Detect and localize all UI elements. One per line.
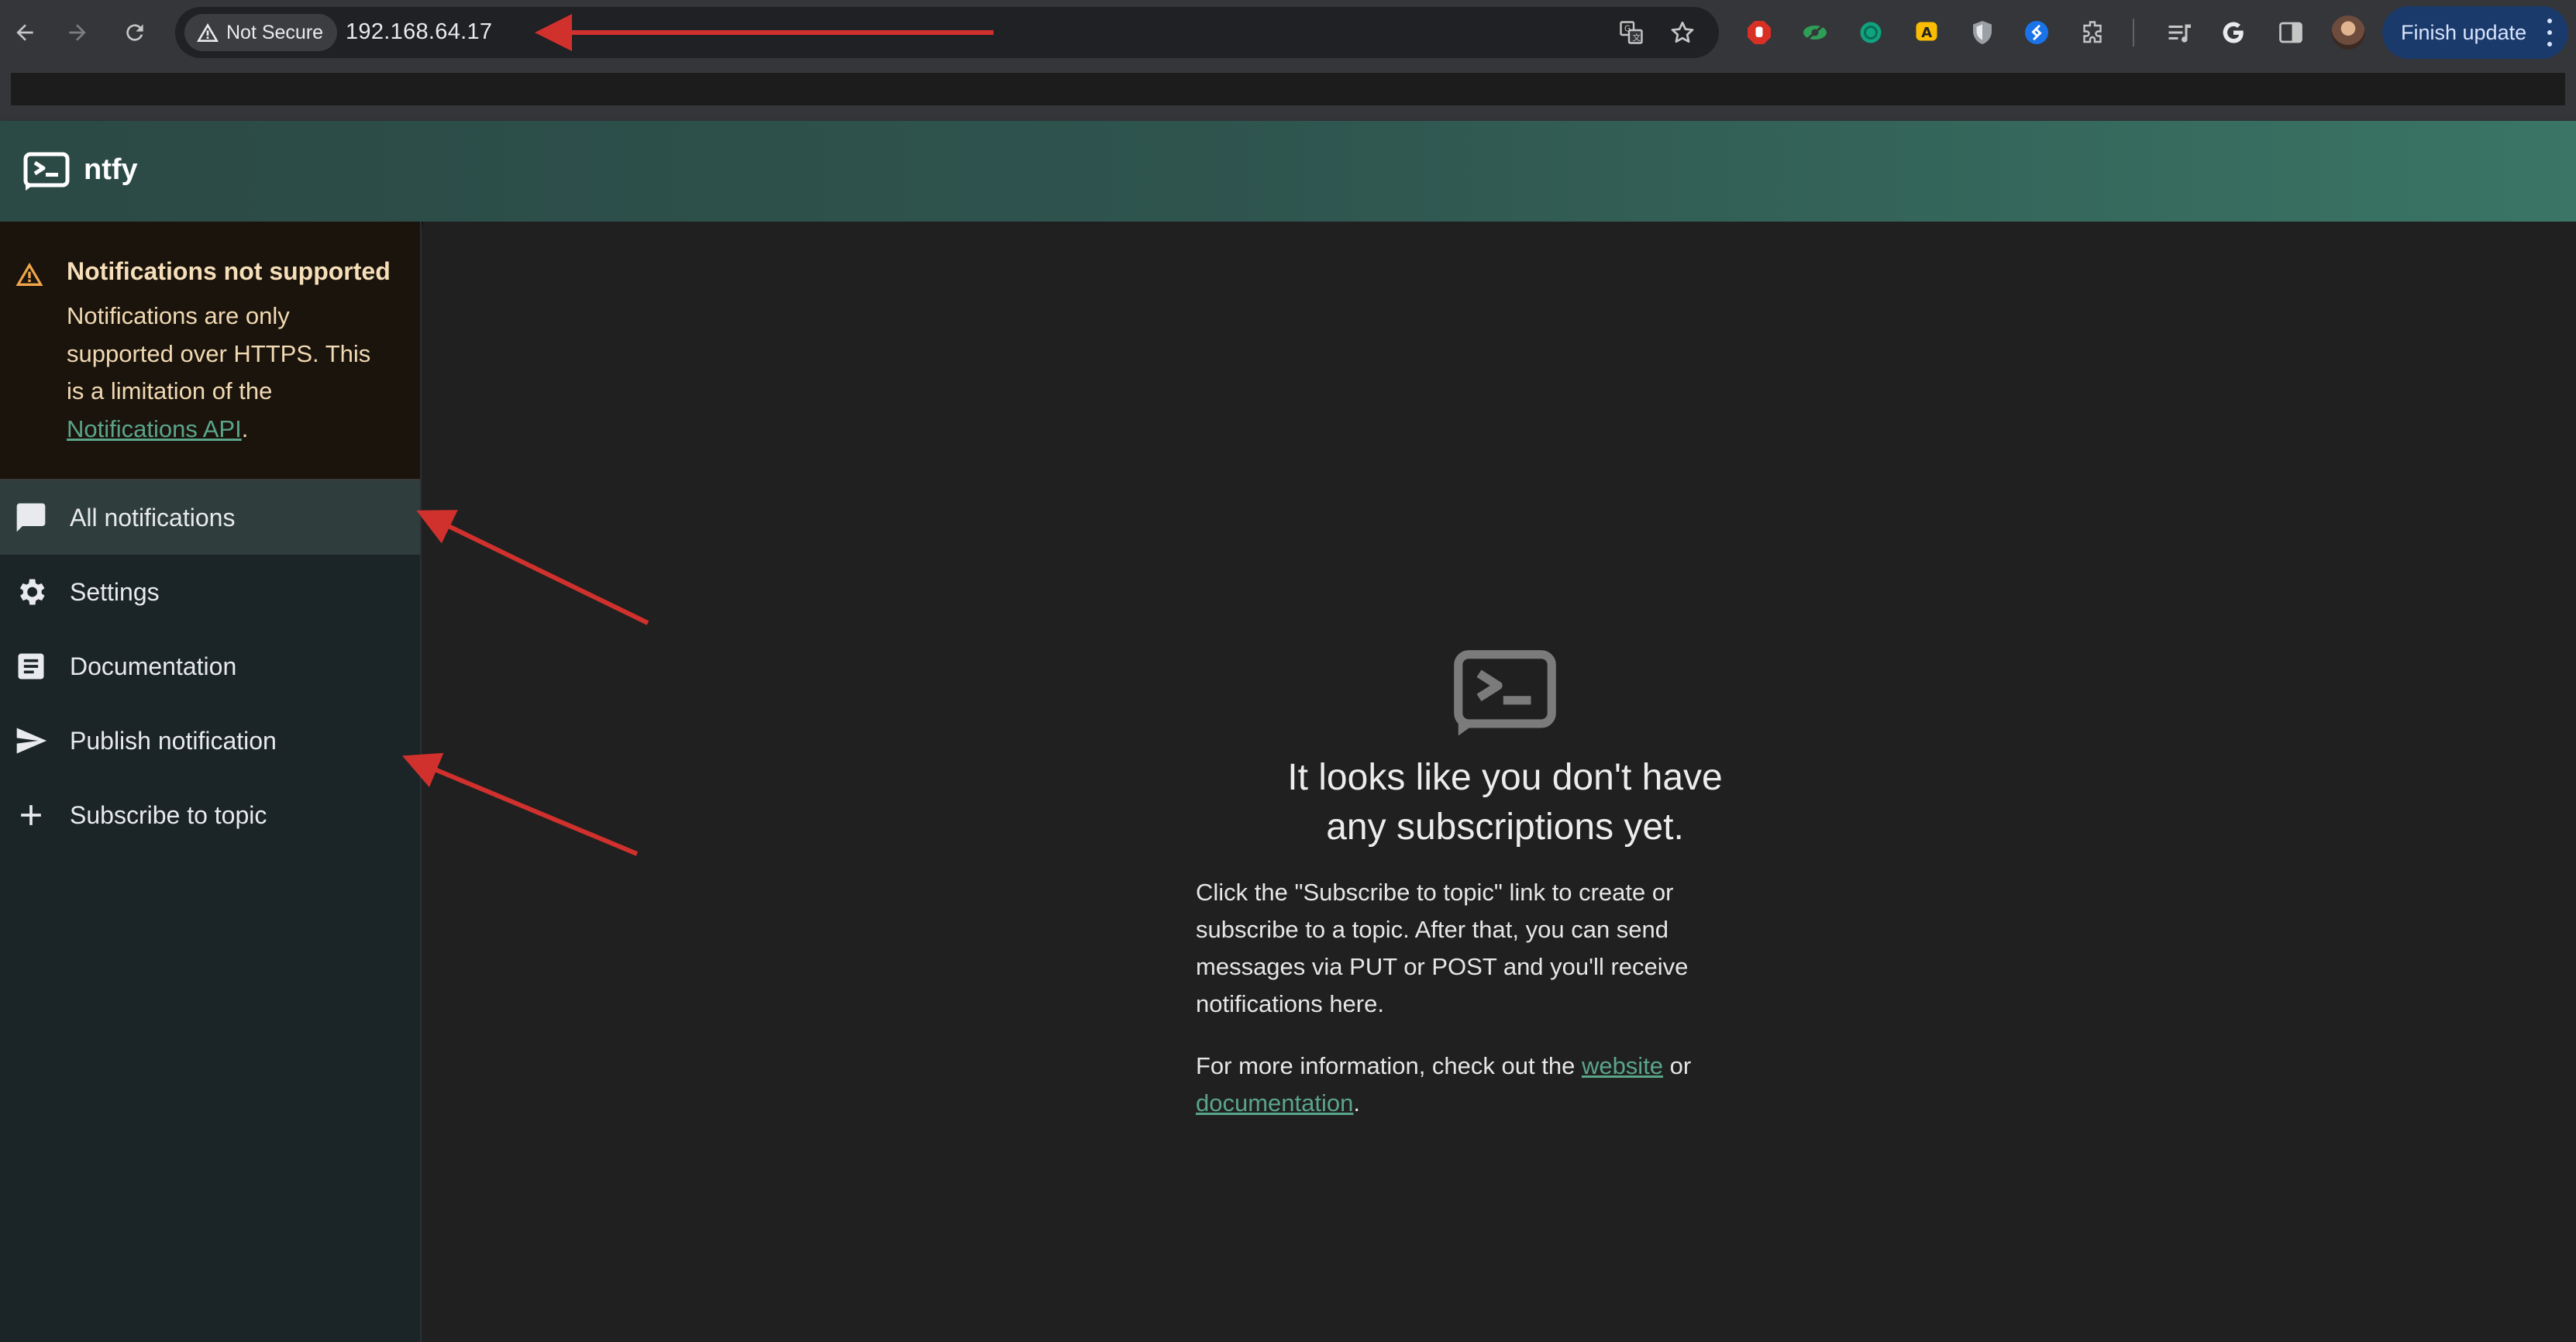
address-bar[interactable]: Not Secure 192.168.64.17 G文 [175, 7, 1719, 58]
sidebar-item-label: Settings [70, 577, 160, 606]
sidebar-item-documentation[interactable]: Documentation [0, 629, 420, 704]
article-icon [14, 649, 48, 683]
browser-toolbar: Not Secure 192.168.64.17 G文 A Finish upd… [0, 0, 2576, 65]
website-link[interactable]: website [1582, 1052, 1663, 1079]
shield-extension-icon[interactable] [1965, 15, 1999, 50]
navigation-drawer: Notifications not supported Notification… [0, 222, 422, 1342]
bookmarks-bar [0, 65, 2576, 121]
eye-extension-icon[interactable] [1798, 15, 1832, 50]
back-icon[interactable] [6, 14, 43, 51]
bookmarks-bar-strip [11, 73, 2565, 105]
finish-update-button[interactable]: Finish update [2382, 6, 2568, 59]
url-text[interactable]: 192.168.64.17 [346, 19, 492, 45]
reload-icon[interactable] [116, 14, 153, 51]
empty-state-body: Click the "Subscribe to topic" link to c… [1196, 879, 1689, 1017]
extensions-icon[interactable] [2075, 15, 2109, 50]
more-menu-icon[interactable] [2547, 19, 2553, 46]
warning-icon [15, 263, 43, 286]
sidebar-item-label: Publish notification [70, 726, 277, 755]
warning-icon [197, 23, 219, 42]
profile-avatar[interactable] [2331, 15, 2365, 50]
app-title: ntfy [84, 153, 138, 186]
grammar-extension-icon[interactable]: A [1910, 15, 1944, 50]
ntfy-logo-icon [23, 152, 70, 191]
more-info-text: For more information, check out the [1196, 1052, 1582, 1079]
google-icon[interactable] [2216, 15, 2251, 50]
send-icon [14, 724, 48, 758]
bookmark-star-icon[interactable] [1668, 18, 1697, 47]
sidebar-item-label: Documentation [70, 652, 237, 680]
forward-icon[interactable] [59, 14, 96, 51]
shazam-extension-icon[interactable] [2020, 15, 2054, 50]
translate-icon[interactable]: G文 [1617, 18, 1646, 47]
notifications-api-link[interactable]: Notifications API [67, 415, 242, 442]
sidebar-item-label: Subscribe to topic [70, 800, 267, 829]
documentation-link[interactable]: documentation [1196, 1089, 1353, 1117]
security-label: Not Secure [226, 21, 324, 43]
notifications-not-supported-alert: Notifications not supported Notification… [0, 222, 420, 480]
sidebar-item-all-notifications[interactable]: All notifications [0, 480, 420, 555]
more-info-or: or [1663, 1052, 1692, 1079]
adblock-extension-icon[interactable] [1742, 15, 1776, 50]
alert-title: Notifications not supported [67, 257, 391, 285]
chat-icon [14, 501, 48, 535]
side-panel-icon[interactable] [2274, 15, 2308, 50]
sidebar-item-publish-notification[interactable]: Publish notification [0, 704, 420, 778]
main-content: It looks like you don't have any subscri… [423, 222, 2576, 1342]
toolbar-separator [2133, 19, 2134, 46]
empty-state-title: It looks like you don't have any subscri… [1287, 757, 1723, 848]
sidebar-item-settings[interactable]: Settings [0, 555, 420, 629]
empty-state-more-info: For more information, check out the webs… [1196, 1048, 1738, 1122]
svg-text:A: A [1921, 25, 1932, 41]
more-info-suffix: . [1353, 1089, 1360, 1117]
finish-update-label: Finish update [2401, 20, 2527, 44]
sidebar-item-label: All notifications [70, 503, 236, 532]
svg-text:G: G [1624, 25, 1631, 34]
svg-text:文: 文 [1633, 33, 1641, 43]
alert-body-text: Notifications are only supported over HT… [67, 302, 371, 404]
alert-body: Notifications are only supported over HT… [67, 298, 392, 448]
reading-list-icon[interactable] [2162, 15, 2196, 50]
ntfy-empty-state-icon [1454, 650, 1556, 736]
plus-icon [14, 798, 48, 832]
gear-icon [14, 575, 48, 609]
security-chip[interactable]: Not Secure [184, 14, 338, 51]
app-bar: ntfy [0, 121, 2576, 222]
chatgpt-extension-icon[interactable] [1854, 15, 1888, 50]
alert-body-suffix: . [241, 415, 249, 442]
sidebar-item-subscribe-to-topic[interactable]: Subscribe to topic [0, 778, 420, 852]
